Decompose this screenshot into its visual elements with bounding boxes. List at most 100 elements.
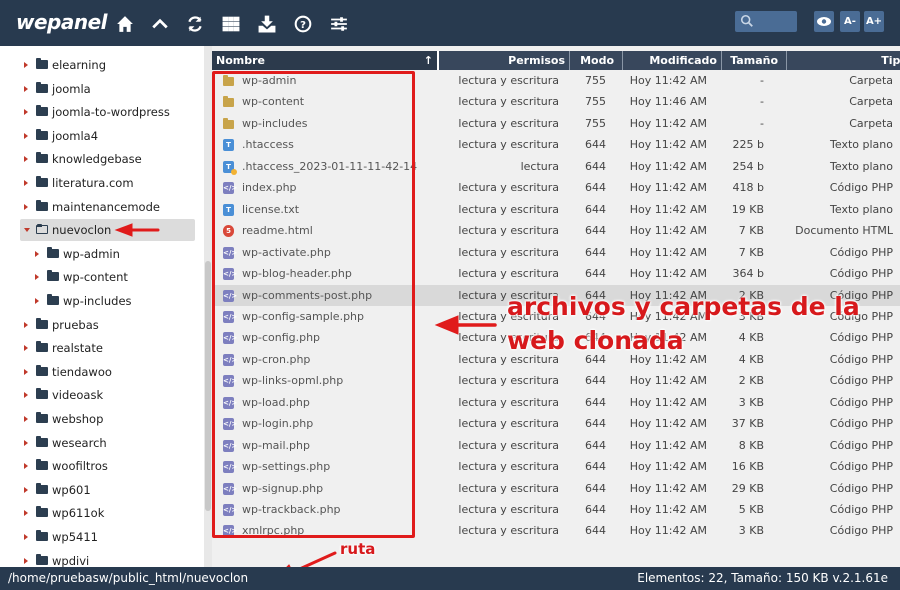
sidebar-item-realstate[interactable]: realstate [0, 337, 200, 359]
caret-right-icon[interactable] [24, 345, 28, 352]
table-row[interactable]: T .htaccess lectura y escritura 644 Hoy 11:4… [212, 134, 900, 156]
sidebar-item-wp5411[interactable]: wp5411 [0, 526, 200, 548]
table-row[interactable]: </> wp-mail.php lectura y escritura 644 Hoy … [212, 435, 900, 457]
download-icon[interactable] [256, 12, 278, 34]
table-row[interactable]: wp-content lectura y escritura 755 Hoy 11:4… [212, 91, 900, 113]
refresh-icon[interactable] [184, 12, 206, 34]
search-field[interactable] [735, 11, 797, 32]
folder-icon [36, 317, 48, 329]
file-name: wp-blog-header.php [242, 267, 352, 281]
font-increase-button[interactable]: A+ [864, 11, 884, 32]
caret-right-icon[interactable] [35, 250, 39, 257]
sidebar-item-wp-content[interactable]: wp-content [0, 266, 200, 288]
sidebar-scrollbar[interactable] [204, 46, 212, 567]
table-row[interactable]: </> wp-settings.php lectura y escritura 644… [212, 456, 900, 478]
view-toggle-button[interactable] [814, 11, 834, 32]
file-modified: Hoy 11:42 AM [629, 503, 707, 516]
sidebar-item-joomla[interactable]: joomla [0, 78, 200, 100]
sidebar-item-woofiltros[interactable]: woofiltros [0, 455, 200, 477]
sidebar-item-videoask[interactable]: videoask [0, 384, 200, 406]
caret-right-icon[interactable] [35, 298, 39, 304]
php-file-icon: </> [223, 182, 238, 195]
sidebar-item-literatura-com[interactable]: literatura.com [0, 172, 200, 194]
sidebar-item-label: wp611ok [52, 506, 105, 521]
table-row[interactable]: T .htaccess_2023-01-11-11-42-14 lectura 644… [212, 156, 900, 178]
column-header-mode[interactable]: Modo [570, 51, 623, 70]
column-header-name[interactable]: Nombre ↑ [212, 51, 439, 70]
sidebar-item-wp611ok[interactable]: wp611ok [0, 502, 200, 524]
file-permissions: lectura y escritura [458, 417, 559, 431]
sidebar-item-pruebas[interactable]: pruebas [0, 314, 200, 336]
table-row[interactable]: wp-includes lectura y escritura 755 Hoy 11:… [212, 113, 900, 135]
sidebar-item-wesearch[interactable]: wesearch [0, 432, 200, 454]
sidebar-item-wp601[interactable]: wp601 [0, 479, 200, 501]
sidebar-item-joomla4[interactable]: joomla4 [0, 125, 200, 147]
file-type: Código PHP [829, 417, 893, 431]
caret-right-icon[interactable] [24, 463, 28, 470]
file-permissions: lectura y escritura [458, 481, 559, 495]
table-row[interactable]: </> wp-load.php lectura y escritura 644 Hoy … [212, 392, 900, 414]
sidebar-item-webshop[interactable]: webshop [0, 408, 200, 430]
caret-down-icon[interactable] [24, 228, 30, 233]
sidebar-item-wp-admin[interactable]: wp-admin [0, 243, 200, 265]
sidebar-item-joomla-to-wordpress[interactable]: joomla-to-wordpress [0, 101, 200, 123]
column-header-type[interactable]: Tipo [787, 51, 900, 70]
caret-right-icon[interactable] [24, 85, 28, 92]
search-input[interactable] [755, 13, 793, 30]
chevron-up-icon[interactable] [149, 12, 171, 34]
caret-right-icon[interactable] [24, 416, 28, 422]
table-row[interactable]: </> index.php lectura y escritura 644 Hoy 11… [212, 177, 900, 199]
settings-sliders-icon[interactable] [328, 12, 350, 34]
file-mode: 644 [585, 395, 606, 409]
php-file-icon: </> [223, 375, 238, 388]
sidebar-item-nuevoclon[interactable]: nuevoclon [0, 219, 200, 241]
sidebar-item-wp-includes[interactable]: wp-includes [0, 290, 200, 312]
sidebar-item-tiendawoo[interactable]: tiendawoo [0, 361, 200, 383]
help-icon[interactable]: ? [292, 12, 314, 34]
folder-open-icon [36, 224, 48, 235]
column-header-size[interactable]: Tamaño [722, 51, 787, 70]
file-permissions: lectura y escritura [458, 245, 559, 259]
caret-right-icon[interactable] [24, 557, 28, 564]
file-type: Texto plano [830, 138, 893, 152]
table-row[interactable]: 5 readme.html lectura y escritura 644 Hoy 11… [212, 220, 900, 242]
caret-right-icon[interactable] [24, 534, 28, 540]
caret-right-icon[interactable] [24, 109, 28, 116]
table-row[interactable]: </> xmlrpc.php lectura y escritura 644 Hoy 1… [212, 520, 900, 542]
caret-right-icon[interactable] [24, 321, 28, 328]
column-header-modified[interactable]: Modificado [623, 51, 722, 70]
table-row[interactable]: </> wp-links-opml.php lectura y escritura 6… [212, 370, 900, 392]
font-decrease-button[interactable]: A- [840, 11, 860, 32]
sidebar-item-elearning[interactable]: elearning [0, 54, 200, 76]
caret-right-icon[interactable] [24, 510, 28, 517]
table-row[interactable]: </> wp-activate.php lectura y escritura 644… [212, 242, 900, 264]
caret-right-icon[interactable] [24, 392, 28, 399]
caret-right-icon[interactable] [24, 203, 28, 210]
caret-right-icon[interactable] [24, 486, 28, 493]
caret-right-icon[interactable] [24, 180, 28, 186]
table-row[interactable]: </> wp-signup.php lectura y escritura 644 Ho… [212, 478, 900, 500]
php-file-icon: </> [223, 310, 238, 323]
sidebar-item-knowledgebase[interactable]: knowledgebase [0, 148, 200, 170]
folder-icon [36, 435, 48, 447]
sidebar-item-maintenancemode[interactable]: maintenancemode [0, 196, 200, 218]
table-row[interactable]: wp-admin lectura y escritura 755 Hoy 11:42 … [212, 70, 900, 92]
sidebar-scrollbar-thumb[interactable] [205, 261, 211, 511]
caret-right-icon[interactable] [24, 368, 28, 375]
caret-right-icon[interactable] [24, 156, 28, 163]
column-header-permissions[interactable]: Permisos [439, 51, 570, 70]
home-icon[interactable] [114, 12, 136, 34]
file-mode: 755 [585, 116, 606, 130]
caret-right-icon[interactable] [24, 132, 28, 139]
table-row[interactable]: Tlicense.txt lectura y escritura 644 Hoy 11… [212, 199, 900, 221]
caret-right-icon[interactable] [24, 439, 28, 446]
sidebar-item-wpdivi[interactable]: wpdivi [0, 550, 200, 567]
table-row[interactable]: </> wp-login.php lectura y escritura 644 Hoy… [212, 413, 900, 435]
file-permissions: lectura y escritura [458, 202, 559, 216]
table-row[interactable]: </> wp-trackback.php lectura y escritura 64… [212, 499, 900, 521]
folder-icon [36, 482, 48, 494]
caret-right-icon[interactable] [35, 274, 39, 281]
table-row[interactable]: </> wp-blog-header.php lectura y escritura… [212, 263, 900, 285]
grid-icon[interactable] [220, 12, 242, 34]
caret-right-icon[interactable] [24, 62, 28, 68]
